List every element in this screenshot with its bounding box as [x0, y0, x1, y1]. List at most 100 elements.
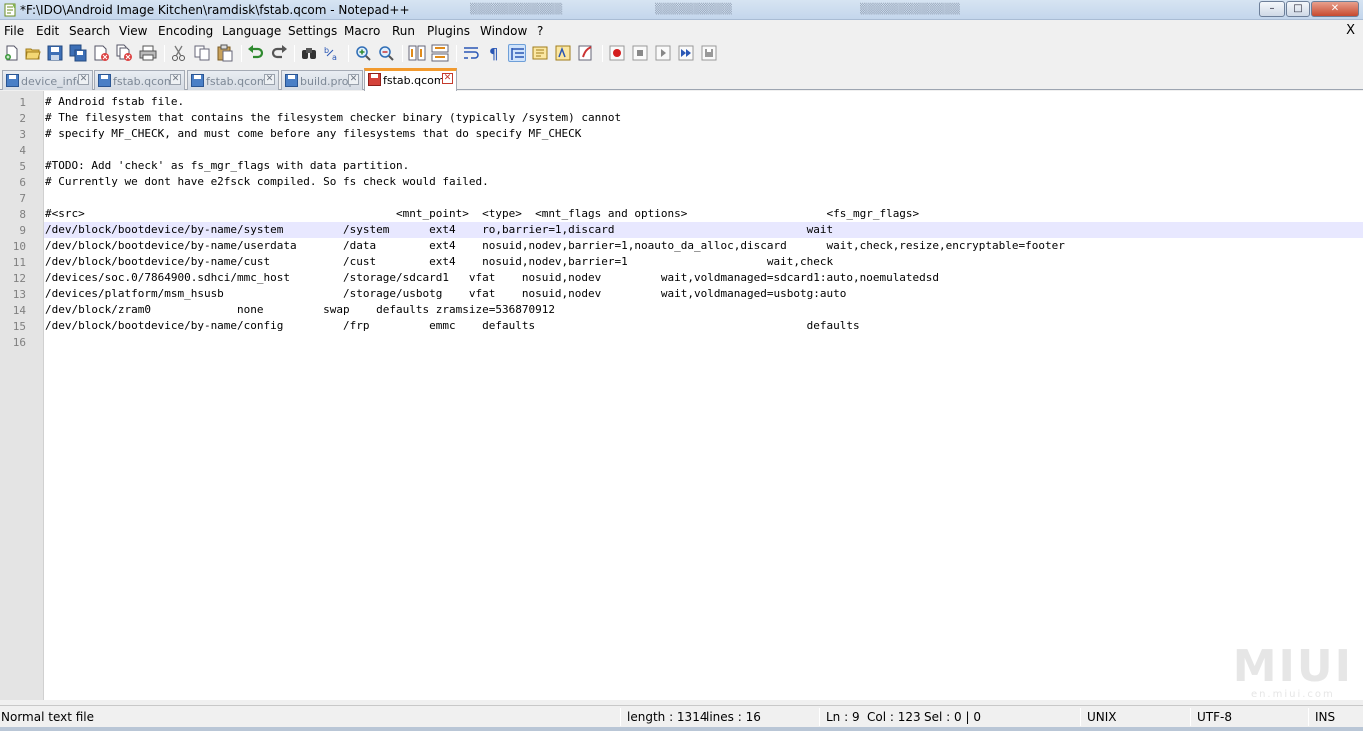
code-line[interactable]: # Android fstab file. — [44, 94, 1363, 110]
code-line[interactable]: /dev/block/bootdevice/by-name/userdata /… — [44, 238, 1363, 254]
status-separator — [1190, 708, 1191, 726]
toolbar-separator — [456, 45, 457, 62]
close-window-button[interactable]: ✕ — [1311, 1, 1359, 17]
replace-icon[interactable]: ba — [323, 44, 341, 62]
tab-fstab-qcom-active[interactable]: fstab.qcom ✕ — [364, 68, 457, 91]
editor[interactable]: 1 2 3 4 5 6 7 8 9 10 11 12 13 14 15 16 # Android fstab … — [0, 91, 1363, 700]
menu-macro[interactable]: Macro — [344, 24, 380, 38]
line-number-gutter[interactable]: 1 2 3 4 5 6 7 8 9 10 11 12 13 14 15 16 — [0, 91, 44, 700]
maximize-button[interactable]: □ — [1286, 1, 1310, 17]
notepad-plus-plus-icon — [4, 3, 16, 17]
code-line[interactable] — [44, 190, 1363, 206]
open-file-icon[interactable] — [24, 44, 42, 62]
copy-icon[interactable] — [193, 44, 211, 62]
svg-text:b: b — [324, 46, 329, 55]
taskbar-edge — [0, 727, 1363, 731]
menu-view[interactable]: View — [119, 24, 147, 38]
code-line[interactable]: # Currently we dont have e2fsck compiled… — [44, 174, 1363, 190]
file-saved-icon — [98, 74, 111, 87]
indent-guide-icon[interactable] — [508, 44, 526, 62]
tab-device-info[interactable]: device_info ✕ — [2, 70, 93, 90]
tab-close-icon[interactable]: ✕ — [442, 73, 453, 84]
menu-edit[interactable]: Edit — [36, 24, 59, 38]
status-separator — [819, 708, 820, 726]
watermark-logo: MIUI — [1232, 641, 1353, 692]
close-document-button[interactable]: X — [1346, 23, 1355, 38]
close-file-icon[interactable] — [92, 44, 110, 62]
play-macro-icon[interactable] — [654, 44, 672, 62]
sync-horizontal-icon[interactable] — [431, 44, 449, 62]
code-line[interactable]: #<src> <mnt_point> <type> <mnt_flags and… — [44, 206, 1363, 222]
print-icon[interactable] — [139, 44, 157, 62]
doc-map-icon[interactable] — [531, 44, 549, 62]
code-line[interactable]: #TODO: Add 'check' as fs_mgr_flags with … — [44, 158, 1363, 174]
code-line[interactable]: /dev/block/bootdevice/by-name/cust /cust… — [44, 254, 1363, 270]
code-line[interactable]: /devices/platform/msm_hsusb /storage/usb… — [44, 286, 1363, 302]
save-icon[interactable] — [46, 44, 64, 62]
status-lines: lines : 16 — [706, 710, 761, 724]
code-line[interactable]: /dev/block/zram0 none swap defaults zram… — [44, 302, 1363, 318]
word-wrap-icon[interactable] — [462, 44, 480, 62]
menu-help[interactable]: ? — [537, 24, 543, 38]
menu-encoding[interactable]: Encoding — [158, 24, 213, 38]
save-all-icon[interactable] — [69, 44, 87, 62]
paste-icon[interactable] — [216, 44, 234, 62]
file-modified-icon — [368, 73, 381, 86]
redo-icon[interactable] — [270, 44, 288, 62]
status-insert-mode: INS — [1315, 710, 1336, 724]
show-all-chars-icon[interactable]: ¶ — [485, 44, 503, 62]
svg-text:¶: ¶ — [489, 45, 499, 62]
tab-build-prop[interactable]: build.prop ✕ — [281, 70, 363, 90]
toolbar-separator — [348, 45, 349, 62]
zoom-in-icon[interactable] — [354, 44, 372, 62]
toolbar-separator — [164, 45, 165, 62]
tab-close-icon[interactable]: ✕ — [170, 74, 181, 85]
tab-label: device_info — [21, 75, 84, 88]
tab-close-icon[interactable]: ✕ — [348, 74, 359, 85]
menu-window[interactable]: Window — [480, 24, 527, 38]
menu-run[interactable]: Run — [392, 24, 415, 38]
line-number: 9 — [19, 224, 26, 237]
code-line[interactable]: /dev/block/bootdevice/by-name/system /sy… — [44, 222, 1363, 238]
code-line[interactable]: # specify MF_CHECK, and must come before… — [44, 126, 1363, 142]
code-line[interactable] — [44, 142, 1363, 158]
line-number: 1 — [19, 96, 26, 109]
menu-plugins[interactable]: Plugins — [427, 24, 470, 38]
line-number: 14 — [12, 304, 26, 317]
code-line[interactable]: /devices/soc.0/7864900.sdhci/mmc_host /s… — [44, 270, 1363, 286]
line-number: 12 — [12, 272, 26, 285]
code-line[interactable]: /dev/block/bootdevice/by-name/config /fr… — [44, 318, 1363, 334]
cut-icon[interactable] — [170, 44, 188, 62]
line-number: 7 — [19, 192, 26, 205]
save-macro-icon[interactable] — [700, 44, 718, 62]
new-file-icon[interactable] — [3, 44, 21, 62]
tab-close-icon[interactable]: ✕ — [264, 74, 275, 85]
tab-label: fstab.qcom — [206, 75, 268, 88]
code-line[interactable] — [44, 334, 1363, 350]
function-list-icon[interactable] — [554, 44, 572, 62]
menu-search[interactable]: Search — [69, 24, 110, 38]
run-macro-multiple-icon[interactable] — [677, 44, 695, 62]
folder-workspace-icon[interactable] — [577, 44, 595, 62]
file-saved-icon — [285, 74, 298, 87]
code-line[interactable]: # The filesystem that contains the files… — [44, 110, 1363, 126]
line-number: 8 — [19, 208, 26, 221]
status-line-number: Ln : 9 — [826, 710, 860, 724]
zoom-out-icon[interactable] — [377, 44, 395, 62]
line-number: 13 — [12, 288, 26, 301]
toolbar: ba ¶ — [0, 42, 1363, 68]
tab-fstab-qcom-2[interactable]: fstab.qcom ✕ — [187, 70, 279, 90]
stop-macro-icon[interactable] — [631, 44, 649, 62]
tab-close-icon[interactable]: ✕ — [78, 74, 89, 85]
line-number: 11 — [12, 256, 26, 269]
tab-fstab-qcom-1[interactable]: fstab.qcom ✕ — [94, 70, 185, 90]
find-icon[interactable] — [300, 44, 318, 62]
sync-vertical-icon[interactable] — [408, 44, 426, 62]
close-all-icon[interactable] — [115, 44, 133, 62]
menu-file[interactable]: File — [4, 24, 24, 38]
menu-language[interactable]: Language — [222, 24, 281, 38]
menu-settings[interactable]: Settings — [288, 24, 337, 38]
undo-icon[interactable] — [247, 44, 265, 62]
record-macro-icon[interactable] — [608, 44, 626, 62]
minimize-button[interactable]: – — [1259, 1, 1285, 17]
